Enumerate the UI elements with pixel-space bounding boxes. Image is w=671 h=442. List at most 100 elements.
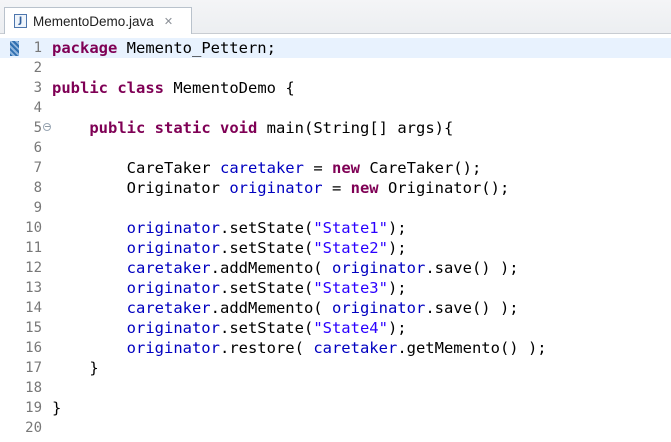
code-line[interactable]: 1 package Memento_Pettern; <box>0 38 671 58</box>
close-icon[interactable]: ✕ <box>164 15 173 28</box>
code-line[interactable]: 19} <box>0 398 671 418</box>
code-line[interactable]: 5− public static void main(String[] args… <box>0 118 671 138</box>
keyword-token: void <box>220 119 258 137</box>
keyword-token: public <box>52 79 108 97</box>
code-line[interactable]: 6 <box>0 138 671 158</box>
code-line[interactable]: 12 caretaker.addMemento( originator.save… <box>0 258 671 278</box>
field-token: originator <box>331 299 426 317</box>
line-number: 20 <box>25 420 42 436</box>
keyword-token: new <box>350 179 379 197</box>
keyword-token: new <box>331 159 360 177</box>
code-line[interactable]: 8 Originator originator = new Originator… <box>0 178 671 198</box>
code-line[interactable]: 14 caretaker.addMemento( originator.save… <box>0 298 671 318</box>
code-token: .restore( <box>219 339 314 357</box>
line-number: 8 <box>33 180 42 196</box>
tab-title: MementoDemo.java <box>33 13 154 29</box>
editor-tab-bar: J MementoDemo.java ✕ <box>0 0 671 34</box>
line-number: 5 <box>33 120 42 136</box>
string-token: "State4" <box>313 319 388 337</box>
field-token: originator <box>126 279 220 297</box>
keyword-token: public <box>89 119 146 137</box>
field-token: caretaker <box>126 259 211 277</box>
code-token: CareTaker <box>52 159 220 177</box>
code-token: ); <box>387 319 407 337</box>
code-token: ); <box>387 219 407 237</box>
code-line[interactable]: 11 originator.setState("State2"); <box>0 238 671 258</box>
code-line[interactable]: 9 <box>0 198 671 218</box>
keyword-token: static <box>154 119 211 137</box>
line-number: 15 <box>25 320 42 336</box>
code-token: CareTaker(); <box>359 159 482 177</box>
string-token: "State2" <box>313 239 388 257</box>
code-text: caretaker.addMemento( originator.save() … <box>52 258 519 278</box>
code-text: Originator originator = new Originator()… <box>52 178 510 198</box>
code-text: originator.setState("State4"); <box>52 318 407 338</box>
code-line[interactable]: 10 originator.setState("State1"); <box>0 218 671 238</box>
code-line[interactable]: 17 } <box>0 358 671 378</box>
field-token: originator <box>126 239 220 257</box>
line-number: 4 <box>33 100 42 116</box>
code-line[interactable]: 2 <box>0 58 671 78</box>
line-number: 11 <box>25 240 42 256</box>
field-token: caretaker <box>126 299 211 317</box>
code-text: caretaker.addMemento( originator.save() … <box>52 298 519 318</box>
code-line[interactable]: 16 originator.restore( caretaker.getMeme… <box>0 338 671 358</box>
code-text: package Memento_Pettern; <box>52 38 276 58</box>
code-token: main(String[] args){ <box>257 119 454 137</box>
code-editor[interactable]: 1 package Memento_Pettern; 2 3 public class … <box>0 34 671 442</box>
code-line[interactable]: 7 CareTaker caretaker = new CareTaker(); <box>0 158 671 178</box>
field-token: originator <box>229 179 323 197</box>
keyword-token: class <box>117 79 165 97</box>
code-text: originator.setState("State3"); <box>52 278 407 298</box>
field-token: caretaker <box>219 159 304 177</box>
line-number: 17 <box>25 360 42 376</box>
code-token: .addMemento( <box>210 259 332 277</box>
line-number: 6 <box>33 140 42 156</box>
line-number: 14 <box>25 300 42 316</box>
line-number: 9 <box>33 200 42 216</box>
code-text: originator.setState("State2"); <box>52 238 407 258</box>
code-line[interactable]: 18 <box>0 378 671 398</box>
code-line[interactable]: 4 <box>0 98 671 118</box>
code-line[interactable]: 15 originator.setState("State4"); <box>0 318 671 338</box>
tab-mementodemo-java[interactable]: J MementoDemo.java ✕ <box>4 7 192 34</box>
fold-collapse-icon[interactable]: − <box>43 123 51 131</box>
code-text: } <box>52 398 61 418</box>
code-token: ); <box>387 239 407 257</box>
line-number: 2 <box>33 60 42 76</box>
code-token: .getMemento() ); <box>397 339 547 357</box>
code-token: .addMemento( <box>210 299 332 317</box>
current-line-marker-icon <box>10 41 19 56</box>
code-text: originator.restore( caretaker.getMemento… <box>52 338 547 358</box>
line-number: 19 <box>25 400 42 416</box>
code-token: .setState( <box>219 279 314 297</box>
code-token: } <box>52 399 62 417</box>
code-token: Originator <box>52 179 230 197</box>
code-text: CareTaker caretaker = new CareTaker(); <box>52 158 482 178</box>
line-number: 7 <box>33 160 42 176</box>
line-number: 1 <box>33 40 42 56</box>
string-token: "State3" <box>313 279 388 297</box>
code-line[interactable]: 13 originator.setState("State3"); <box>0 278 671 298</box>
code-token: .save() ); <box>425 299 519 317</box>
code-line[interactable]: 3 public class MementoDemo { <box>0 78 671 98</box>
code-line[interactable]: 20 <box>0 418 671 438</box>
field-token: originator <box>126 219 220 237</box>
code-text: originator.setState("State1"); <box>52 218 407 238</box>
line-number: 3 <box>33 80 42 96</box>
string-token: "State1" <box>313 219 388 237</box>
java-file-icon: J <box>14 14 27 28</box>
code-token: Memento_Pettern; <box>117 39 276 57</box>
code-token: ); <box>387 279 407 297</box>
code-token: = <box>303 159 332 177</box>
keyword-token: package <box>52 39 118 57</box>
code-text: } <box>52 358 98 378</box>
